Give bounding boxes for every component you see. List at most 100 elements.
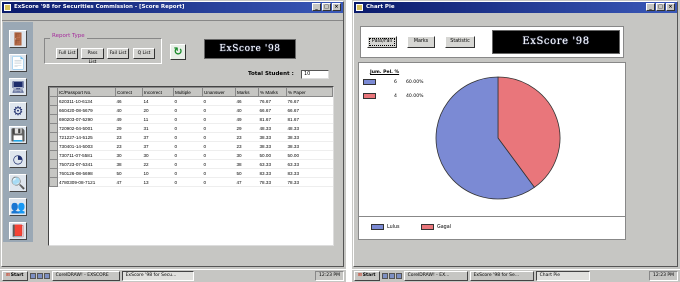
col-pct-paper[interactable]: % Paper [286, 87, 333, 97]
statistic-button[interactable]: Statistic [445, 36, 475, 48]
table-cell: 38 [115, 159, 143, 169]
col-pct-marks[interactable]: % Marks [258, 87, 287, 97]
ie-icon[interactable] [29, 273, 36, 279]
table-cell: 0 [202, 177, 236, 187]
fail-list-button[interactable]: Fail List [107, 48, 129, 59]
table-cell: 31 [142, 123, 174, 133]
table-cell: 46 [115, 96, 143, 106]
table-row[interactable]: 690203-07-5290 49 11 0 0 49 81.67 81.67 [49, 114, 333, 124]
legend-count-lulus: 6 [394, 79, 397, 85]
total-student-field: 10 [301, 70, 329, 79]
col-unanswer[interactable]: Unanswer [202, 87, 236, 97]
chart-close-button[interactable]: × [666, 3, 675, 11]
taskbar-item-coreldraw[interactable]: CorelDRAW! - EXSCORE [51, 271, 120, 281]
table-row[interactable]: 4780309-08-7121 47 13 0 0 47 78.33 78.33 [49, 177, 333, 187]
row-header[interactable] [49, 177, 58, 187]
table-row[interactable]: 750723-07-5341 38 22 0 0 38 63.33 63.33 [49, 159, 333, 169]
table-cell: 50 [235, 168, 259, 178]
table-cell: 0 [173, 168, 203, 178]
pie-slices [435, 76, 561, 200]
exit-door-icon[interactable]: 🚪 [9, 30, 27, 48]
gears-icon[interactable]: ⚙ [9, 102, 27, 120]
chart-minimize-button[interactable]: _ [646, 3, 655, 11]
legend-count-gagal: 4 [394, 93, 397, 99]
row-header[interactable] [49, 168, 58, 178]
chart-outlook-icon[interactable] [395, 273, 402, 279]
table-cell: 22 [142, 159, 174, 169]
chart-titlebar[interactable]: Chart Pie _ □ × [354, 2, 677, 13]
refresh-icon[interactable]: ↻ [170, 44, 186, 60]
clock: 12:23 PM [315, 271, 344, 281]
table-cell: 13 [142, 177, 174, 187]
taskbar-item-exscore[interactable]: ExScore '98 for Secu... [121, 271, 194, 281]
score-report-screen: ExScore '98 for Securities Commission - … [0, 0, 346, 282]
table-row[interactable]: 730401-14-5003 23 37 0 0 23 38.33 38.33 [49, 141, 333, 151]
table-row[interactable]: 721227-14-5125 23 37 0 0 23 38.33 38.33 [49, 132, 333, 142]
chart-taskbar-item-chartpie[interactable]: Chart Pie [535, 271, 590, 281]
col-ic-passport[interactable]: IC/Passport No. [57, 87, 116, 97]
outlook-icon[interactable] [43, 273, 50, 279]
table-cell: 49 [115, 114, 143, 124]
pass-fail-button[interactable]: Pass/Fail [367, 36, 397, 48]
score-grid[interactable]: IC/Passport No. Correct Incorrect Multip… [48, 86, 334, 246]
chart-pie-icon[interactable]: ◔ [9, 150, 27, 168]
marks-button[interactable]: Marks [407, 36, 435, 48]
close-button[interactable]: × [332, 3, 341, 11]
table-row[interactable]: 660420-08-5679 40 20 0 0 40 66.67 66.67 [49, 105, 333, 115]
table-cell: 620311-10-6134 [57, 96, 116, 106]
chart-maximize-button[interactable]: □ [656, 3, 665, 11]
book-icon[interactable]: 📕 [9, 222, 27, 240]
table-cell: 11 [142, 114, 174, 124]
table-row[interactable]: 730711-07-5581 30 30 0 0 30 50.00 50.00 [49, 150, 333, 160]
row-header[interactable] [49, 114, 58, 124]
table-cell: 23 [115, 132, 143, 142]
full-list-button[interactable]: Full List [56, 48, 78, 59]
table-cell: 0 [173, 96, 203, 106]
people-icon[interactable]: 👥 [9, 198, 27, 216]
row-header[interactable] [49, 141, 58, 151]
row-header[interactable] [49, 159, 58, 169]
chart-ie-icon[interactable] [381, 273, 388, 279]
chart-taskbar-item-exscore[interactable]: ExScore '98 for Se... [469, 271, 534, 281]
legend-pct-gagal: 40.00% [406, 93, 424, 99]
app-icon [4, 4, 11, 11]
minimize-button[interactable]: _ [312, 3, 321, 11]
disk-icon[interactable]: 💾 [9, 126, 27, 144]
row-header[interactable] [49, 123, 58, 133]
table-cell: 0 [202, 96, 236, 106]
col-marks[interactable]: Marks [235, 87, 259, 97]
maximize-button[interactable]: □ [322, 3, 331, 11]
table-cell: 720902-04-5001 [57, 123, 116, 133]
chart-taskbar-item-coreldraw[interactable]: CorelDRAW! - EX... [403, 271, 468, 281]
col-correct[interactable]: Correct [115, 87, 143, 97]
pass-list-button[interactable]: Pass List [81, 48, 104, 65]
chart-desktop-icon[interactable] [388, 273, 395, 279]
logo-text: ExScore '98 [219, 44, 281, 54]
table-row[interactable]: 720902-04-5001 29 31 0 0 29 48.33 48.33 [49, 123, 333, 133]
table-cell: 83.33 [258, 168, 287, 178]
table-row[interactable]: 760126-08-5698 50 10 0 0 50 83.33 83.33 [49, 168, 333, 178]
table-cell: 10 [142, 168, 174, 178]
table-cell: 0 [173, 159, 203, 169]
row-header[interactable] [49, 132, 58, 142]
document-icon[interactable]: 📄 [9, 54, 27, 72]
row-header[interactable] [49, 150, 58, 160]
col-multiple[interactable]: Multiple [173, 87, 203, 97]
table-cell: 38.33 [258, 141, 287, 151]
search-icon[interactable]: 🔍 [9, 174, 27, 192]
q-list-button[interactable]: Q List [133, 48, 155, 59]
chart-logo-text: ExScore '98 [522, 36, 590, 47]
col-incorrect[interactable]: Incorrect [142, 87, 174, 97]
row-header[interactable] [49, 105, 58, 115]
table-row[interactable]: 620311-10-6134 46 14 0 0 46 76.67 76.67 [49, 96, 333, 106]
table-cell: 730401-14-5003 [57, 141, 116, 151]
table-cell: 81.67 [258, 114, 287, 124]
start-button[interactable]: ⊞ Start [2, 271, 28, 281]
chart-start-button[interactable]: ⊞ Start [354, 271, 380, 281]
desktop-icon[interactable] [36, 273, 43, 279]
row-header[interactable] [49, 96, 58, 106]
chart-windows-logo-icon: ⊞ [358, 273, 362, 278]
table-cell: 29 [235, 123, 259, 133]
main-titlebar[interactable]: ExScore '98 for Securities Commission - … [2, 2, 343, 13]
monitor-icon[interactable]: 🖥 [9, 78, 27, 96]
